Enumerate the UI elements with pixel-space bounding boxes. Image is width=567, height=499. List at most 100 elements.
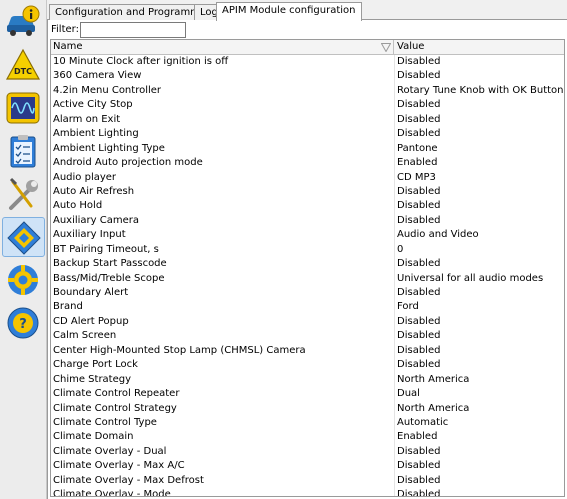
- cell-value[interactable]: Disabled: [397, 127, 564, 141]
- settings-gear-icon: [8, 265, 38, 295]
- cell-name: Climate Overlay - Dual: [53, 445, 167, 457]
- column-header-value[interactable]: Value: [395, 40, 564, 55]
- table-row[interactable]: 10 Minute Clock after ignition is off Dis…: [51, 55, 564, 69]
- table-row[interactable]: Boundary Alert Disabled: [51, 286, 564, 300]
- cell-name: Auxiliary Camera: [53, 214, 140, 226]
- cell-name: Climate Overlay - Mode: [53, 489, 171, 497]
- cell-value[interactable]: Automatic: [397, 416, 564, 430]
- table-row[interactable]: Alarm on Exit Disabled: [51, 113, 564, 127]
- cell-value[interactable]: Dual: [397, 387, 564, 401]
- cell-name: Center High-Mounted Stop Lamp (CHMSL) Ca…: [53, 344, 306, 356]
- sidebar-item-help[interactable]: ?: [2, 303, 45, 343]
- cell-value[interactable]: Disabled: [397, 98, 564, 112]
- filter-label: Filter:: [51, 24, 79, 35]
- cell-value[interactable]: Pantone: [397, 142, 564, 156]
- cell-name: Boundary Alert: [53, 287, 129, 298]
- cell-value[interactable]: CD MP3: [397, 171, 564, 185]
- table-row[interactable]: Climate Overlay - Dual Disabled: [51, 445, 564, 459]
- cell-name: Ambient Lighting Type: [53, 142, 165, 154]
- sidebar-item-module-config[interactable]: [2, 217, 45, 257]
- sidebar-item-checklist[interactable]: [2, 131, 45, 171]
- cell-value[interactable]: Disabled: [397, 329, 564, 343]
- cell-value[interactable]: Disabled: [397, 358, 564, 372]
- cell-value[interactable]: Disabled: [397, 459, 564, 473]
- oscilloscope-icon: [6, 92, 40, 124]
- table-row[interactable]: CD Alert Popup Disabled: [51, 315, 564, 329]
- table-row[interactable]: Ambient Lighting Disabled: [51, 127, 564, 141]
- cell-name: Climate Control Strategy: [53, 402, 177, 414]
- cell-value[interactable]: Disabled: [397, 199, 564, 213]
- table-row[interactable]: Charge Port Lock Disabled: [51, 358, 564, 372]
- table-row[interactable]: 4.2in Menu Controller Rotary Tune Knob wi…: [51, 84, 564, 98]
- table-row[interactable]: BT Pairing Timeout, s 0: [51, 243, 564, 257]
- cell-name: Climate Control Type: [53, 416, 157, 428]
- cell-value[interactable]: Disabled: [397, 185, 564, 199]
- cell-name: Active City Stop: [53, 99, 133, 111]
- sidebar-item-settings[interactable]: [2, 260, 45, 300]
- table-row[interactable]: Climate Control Type Automatic: [51, 416, 564, 430]
- table-row[interactable]: Auto Air Refresh Disabled: [51, 185, 564, 199]
- cell-value[interactable]: 0: [397, 243, 564, 257]
- table-row[interactable]: Climate Control Strategy North America: [51, 402, 564, 416]
- table-row[interactable]: Climate Control Repeater Dual: [51, 387, 564, 401]
- checklist-icon: [10, 135, 36, 168]
- cell-name: 360 Camera View: [53, 70, 142, 82]
- config-table[interactable]: Name Value 10 Minute Clock after ignitio…: [50, 39, 565, 497]
- cell-value[interactable]: Disabled: [397, 55, 564, 69]
- table-row[interactable]: Center High-Mounted Stop Lamp (CHMSL) Ca…: [51, 344, 564, 358]
- table-row[interactable]: Android Auto projection mode Enabled: [51, 156, 564, 170]
- cell-value[interactable]: Audio and Video: [397, 228, 564, 242]
- cell-name: Calm Screen: [53, 330, 117, 342]
- table-row[interactable]: Audio player CD MP3: [51, 171, 564, 185]
- cell-value[interactable]: Disabled: [397, 69, 564, 83]
- cell-name: Climate Control Repeater: [53, 388, 180, 400]
- sidebar-item-oscilloscope[interactable]: [2, 88, 45, 128]
- table-row[interactable]: Backup Start Passcode Disabled: [51, 257, 564, 271]
- cell-value[interactable]: Disabled: [397, 113, 564, 127]
- sidebar-item-vehicle-info[interactable]: [2, 2, 45, 42]
- sidebar-item-dtc[interactable]: DTC: [2, 45, 45, 85]
- cell-value[interactable]: Disabled: [397, 315, 564, 329]
- tab-apim-module-configuration[interactable]: APIM Module configuration: [216, 2, 362, 21]
- table-row[interactable]: Active City Stop Disabled: [51, 98, 564, 112]
- car-info-icon: [7, 5, 40, 36]
- table-row[interactable]: Climate Domain Enabled: [51, 430, 564, 444]
- table-row[interactable]: Calm Screen Disabled: [51, 329, 564, 343]
- filter-input[interactable]: [80, 22, 186, 38]
- cell-value[interactable]: North America: [397, 373, 564, 387]
- cell-name: Backup Start Passcode: [53, 258, 167, 270]
- dtc-icon: DTC: [5, 48, 41, 80]
- cell-value[interactable]: Enabled: [397, 156, 564, 170]
- cell-value[interactable]: Disabled: [397, 488, 564, 496]
- sort-descending-icon[interactable]: [381, 43, 391, 52]
- cell-value[interactable]: North America: [397, 402, 564, 416]
- help-icon-text: ?: [19, 317, 27, 332]
- cell-value[interactable]: Disabled: [397, 214, 564, 228]
- cell-name: Chime Strategy: [53, 373, 132, 385]
- cell-value[interactable]: Disabled: [397, 474, 564, 488]
- table-row[interactable]: Bass/Mid/Treble Scope Universal for all a…: [51, 272, 564, 286]
- cell-value[interactable]: Disabled: [397, 344, 564, 358]
- cell-value[interactable]: Ford: [397, 300, 564, 314]
- table-row[interactable]: Auxiliary Camera Disabled: [51, 214, 564, 228]
- table-row[interactable]: 360 Camera View Disabled: [51, 69, 564, 83]
- table-row[interactable]: Climate Overlay - Max A/C Disabled: [51, 459, 564, 473]
- table-row[interactable]: Ambient Lighting Type Pantone: [51, 142, 564, 156]
- cell-name: CD Alert Popup: [53, 315, 129, 327]
- table-row[interactable]: Climate Overlay - Mode Disabled: [51, 488, 564, 497]
- table-row[interactable]: Brand Ford: [51, 300, 564, 314]
- column-header-name[interactable]: Name: [51, 40, 394, 55]
- tab-bar: Configuration and Programming Log APIM M…: [47, 0, 567, 21]
- cell-value[interactable]: Universal for all audio modes: [397, 272, 564, 286]
- cell-value[interactable]: Disabled: [397, 257, 564, 271]
- table-row[interactable]: Climate Overlay - Max Defrost Disabled: [51, 474, 564, 488]
- wrench-screwdriver-icon: [9, 177, 38, 210]
- cell-value[interactable]: Rotary Tune Knob with OK Button: [397, 84, 564, 98]
- cell-value[interactable]: Disabled: [397, 286, 564, 300]
- table-row[interactable]: Auxiliary Input Audio and Video: [51, 228, 564, 242]
- table-row[interactable]: Chime Strategy North America: [51, 373, 564, 387]
- table-row[interactable]: Auto Hold Disabled: [51, 199, 564, 213]
- sidebar-item-tools[interactable]: [2, 174, 45, 214]
- cell-value[interactable]: Enabled: [397, 430, 564, 444]
- cell-value[interactable]: Disabled: [397, 445, 564, 459]
